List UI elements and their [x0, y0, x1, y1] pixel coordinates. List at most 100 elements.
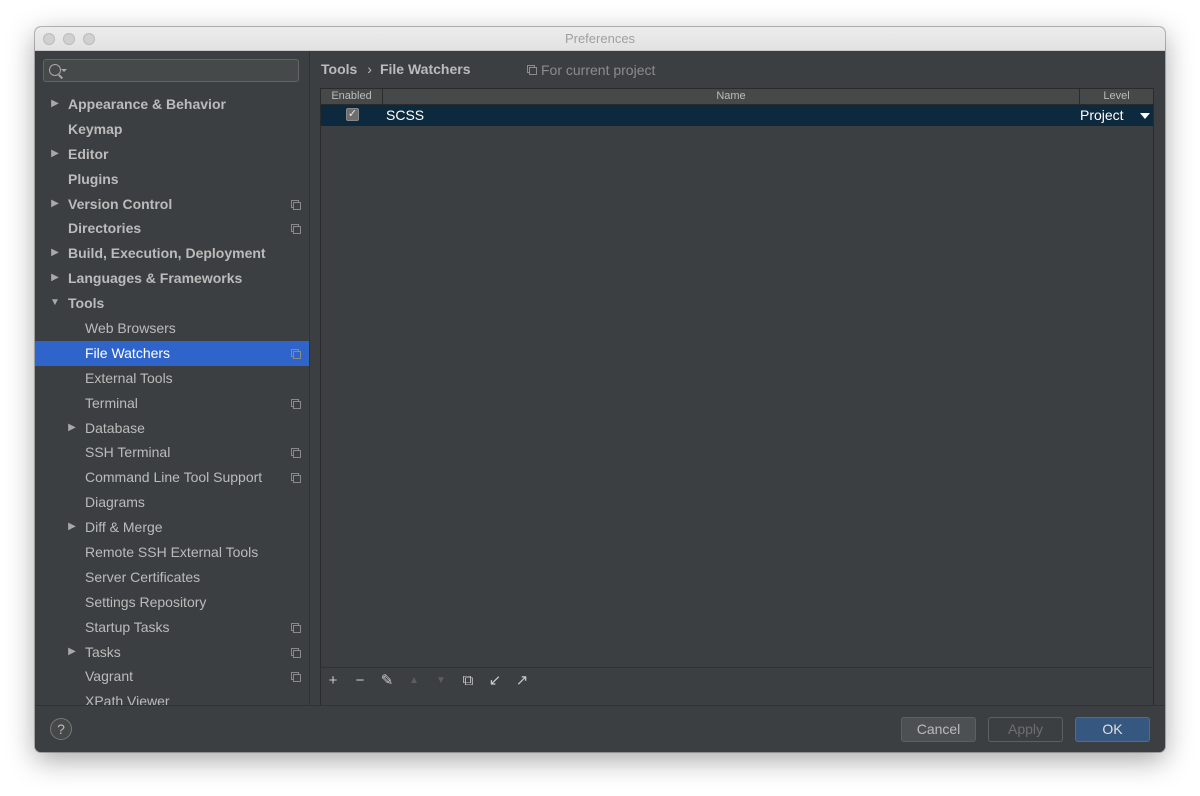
apply-button[interactable]: Apply	[988, 717, 1063, 742]
sidebar-item[interactable]: Startup Tasks	[35, 615, 309, 640]
sidebar-item-label: Plugins	[68, 170, 119, 187]
sidebar-item[interactable]: SSH Terminal	[35, 440, 309, 465]
chevron-down-icon[interactable]	[1140, 113, 1150, 119]
table-toolbar: + − ✎ ▲ ▼ ⧉ ↙ ↗	[320, 667, 1154, 694]
project-level-icon	[291, 348, 301, 359]
settings-search[interactable]	[43, 59, 299, 82]
settings-search-input[interactable]	[70, 62, 296, 81]
sidebar-item-label: Directories	[68, 220, 142, 237]
collapsed-arrow-icon[interactable]: ▶	[49, 142, 61, 167]
sidebar-item[interactable]: ▶ Languages & Frameworks	[35, 266, 309, 291]
project-level-icon	[291, 647, 301, 658]
sidebar-item-label: Appearance & Behavior	[68, 96, 226, 112]
sidebar-item[interactable]: ▶ Appearance & Behavior	[35, 92, 309, 117]
table-row[interactable]: ✓ SCSS Project	[321, 105, 1153, 126]
sidebar-item[interactable]: ▶ Build, Execution, Deployment	[35, 241, 309, 266]
edit-watcher-button[interactable]: ✎	[379, 673, 395, 689]
sidebar-item[interactable]: XPath Viewer	[35, 689, 309, 705]
collapsed-arrow-icon[interactable]: ▶	[49, 266, 61, 291]
file-watchers-table: Enabled Name Level ✓ SCSS Project	[320, 88, 1154, 719]
sidebar-item-label: Keymap	[68, 120, 123, 137]
sidebar-item-label: Vagrant	[85, 668, 133, 685]
expanded-arrow-icon[interactable]: ▼	[49, 291, 61, 316]
sidebar-item-label: Terminal	[85, 394, 138, 411]
collapsed-arrow-icon[interactable]: ▶	[49, 241, 61, 266]
project-level-icon	[291, 398, 301, 409]
breadcrumb-current: File Watchers	[379, 61, 471, 77]
sidebar-item[interactable]: Plugins	[35, 167, 309, 192]
remove-watcher-button[interactable]: −	[352, 673, 368, 689]
sidebar-item[interactable]: ▼ Tools	[35, 291, 309, 316]
copy-watcher-button[interactable]: ⧉	[460, 673, 476, 689]
settings-sidebar: ▶ Appearance & Behavior Keymap ▶ Editor Plugi…	[35, 51, 310, 705]
window-title: Preferences	[564, 31, 636, 46]
sidebar-item-label: XPath Viewer	[85, 693, 170, 705]
sidebar-item-label: Command Line Tool Support	[85, 469, 263, 486]
sidebar-item[interactable]: Keymap	[35, 117, 309, 142]
project-level-icon	[291, 199, 301, 210]
breadcrumb-parent: Tools	[321, 61, 358, 77]
enabled-checkbox[interactable]: ✓	[346, 108, 359, 121]
move-up-button[interactable]: ▲	[406, 673, 422, 689]
sidebar-item-label: Server Certificates	[85, 568, 201, 585]
sidebar-item[interactable]: ▶ Version Control	[35, 192, 309, 217]
add-watcher-button[interactable]: +	[325, 673, 341, 689]
preferences-window: Preferences ▶ Appearance & Behavior Keymap…	[35, 27, 1165, 752]
help-button[interactable]: ?	[50, 718, 72, 740]
sidebar-item[interactable]: Settings Repository	[35, 590, 309, 615]
ok-button[interactable]: OK	[1075, 717, 1150, 742]
settings-tree: ▶ Appearance & Behavior Keymap ▶ Editor Plugi…	[35, 92, 309, 705]
watcher-level[interactable]: Project	[1080, 107, 1124, 123]
sidebar-item-label: Web Browsers	[85, 320, 176, 337]
sidebar-item-label: Build, Execution, Deployment	[68, 245, 266, 262]
sidebar-item-label: External Tools	[85, 369, 173, 386]
sidebar-item[interactable]: Terminal	[35, 391, 309, 416]
column-header-name[interactable]: Name	[383, 89, 1080, 104]
project-level-icon	[291, 448, 301, 459]
sidebar-item[interactable]: Command Line Tool Support	[35, 465, 309, 490]
import-button[interactable]: ↙	[487, 673, 503, 689]
scope-note-text: For current project	[541, 62, 656, 78]
sidebar-item-label: SSH Terminal	[85, 444, 171, 461]
sidebar-item-label: Editor	[68, 145, 109, 162]
export-button[interactable]: ↗	[514, 673, 530, 689]
sidebar-item[interactable]: Directories	[35, 216, 309, 241]
sidebar-item[interactable]: External Tools	[35, 366, 309, 391]
collapsed-arrow-icon[interactable]: ▶	[66, 416, 78, 441]
sidebar-item[interactable]: File Watchers	[35, 340, 309, 366]
collapsed-arrow-icon[interactable]: ▶	[49, 192, 61, 217]
sidebar-item[interactable]: Remote SSH External Tools	[35, 540, 309, 565]
column-header-enabled[interactable]: Enabled	[321, 89, 383, 104]
sidebar-item[interactable]: Server Certificates	[35, 565, 309, 590]
file-watchers-panel: Tools › File Watchers For current project …	[310, 51, 1165, 719]
sidebar-item[interactable]: ▶ Tasks	[35, 640, 309, 665]
collapsed-arrow-icon[interactable]: ▶	[49, 92, 61, 117]
sidebar-item[interactable]: Web Browsers	[35, 316, 309, 341]
sidebar-item-label: Database	[85, 419, 145, 436]
move-down-button[interactable]: ▼	[433, 673, 449, 689]
search-icon	[49, 64, 61, 76]
sidebar-item-label: Tools	[68, 295, 105, 312]
search-options-chevron-icon[interactable]	[61, 69, 67, 72]
sidebar-item[interactable]: ▶ Editor	[35, 142, 309, 167]
sidebar-item[interactable]: ▶ Database	[35, 416, 309, 441]
sidebar-item-label: Startup Tasks	[85, 618, 170, 635]
sidebar-item[interactable]: Diagrams	[35, 490, 309, 515]
project-level-icon	[291, 622, 301, 633]
sidebar-item[interactable]: ▶ Diff & Merge	[35, 515, 309, 540]
project-level-icon	[291, 224, 301, 235]
dialog-footer: ? Cancel Apply OK	[35, 705, 1165, 752]
sidebar-item-label: Version Control	[68, 195, 173, 212]
table-header: Enabled Name Level	[321, 89, 1153, 105]
collapsed-arrow-icon[interactable]: ▶	[66, 515, 78, 540]
sidebar-item-label: Languages & Frameworks	[68, 270, 243, 287]
sidebar-item-label: Diagrams	[85, 494, 145, 511]
cancel-button[interactable]: Cancel	[901, 717, 976, 742]
collapsed-arrow-icon[interactable]: ▶	[66, 640, 78, 665]
breadcrumb: Tools › File Watchers	[321, 61, 470, 77]
sidebar-item-label: Diff & Merge	[85, 519, 163, 536]
breadcrumb-separator: ›	[367, 61, 372, 77]
sidebar-item[interactable]: Vagrant	[35, 664, 309, 689]
column-header-level[interactable]: Level	[1080, 89, 1153, 104]
sidebar-item-label: Tasks	[85, 643, 121, 660]
